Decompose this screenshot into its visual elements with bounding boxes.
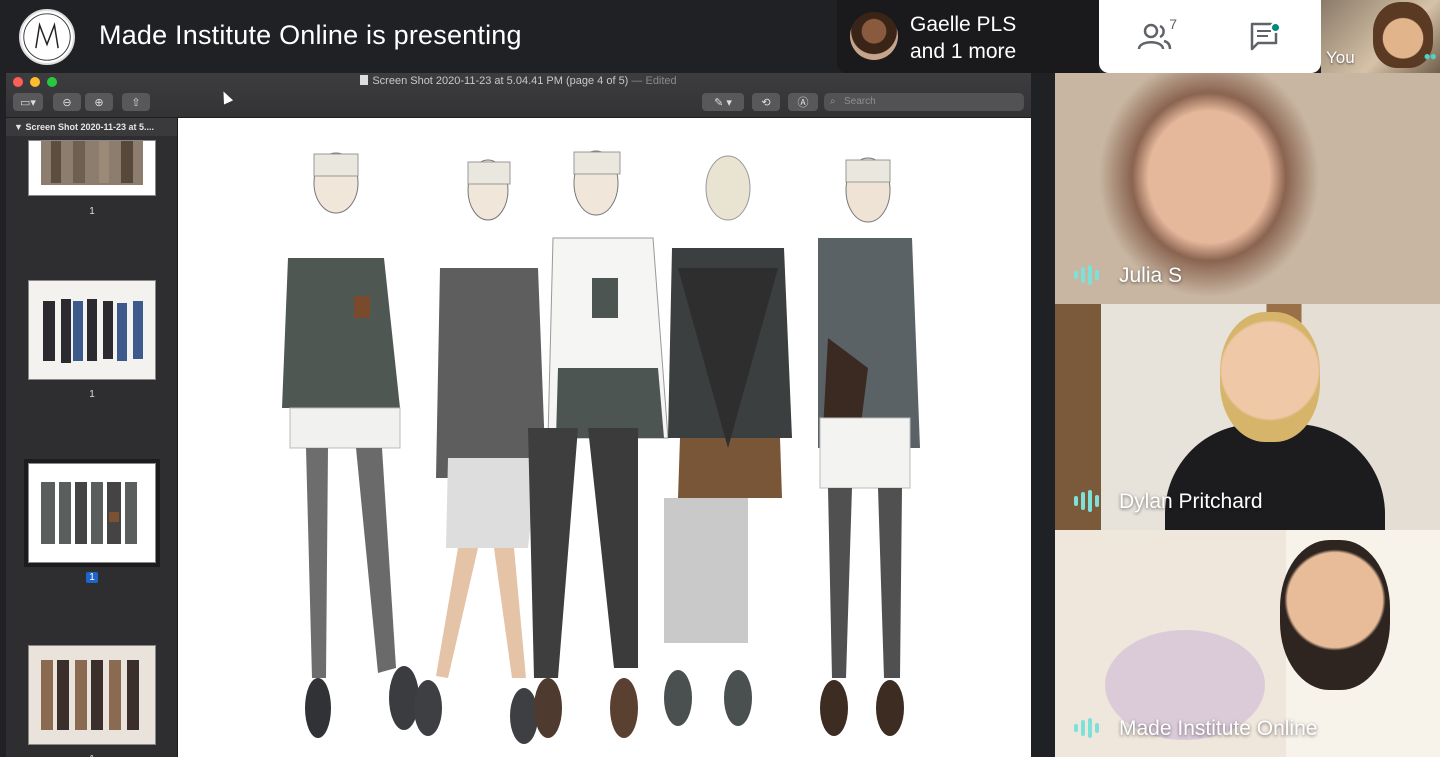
presenting-banner: Made Institute Online is presenting <box>99 20 522 50</box>
participant-tile[interactable]: Made Institute Online <box>1055 530 1440 757</box>
zoom-in-button[interactable]: ⊕ <box>85 93 113 111</box>
people-button[interactable]: 7 <box>1131 14 1179 58</box>
mouse-cursor-icon <box>218 89 234 105</box>
window-title-text: Screen Shot 2020-11-23 at 5.04.41 PM (pa… <box>372 75 629 87</box>
share-icon: ⇧ <box>131 96 141 109</box>
zoom-in-icon: ⊕ <box>94 96 104 109</box>
zoom-out-button[interactable]: ⊖ <box>53 93 81 111</box>
markup-button[interactable]: Ⓐ <box>788 93 818 111</box>
presenter-name-primary: Gaelle PLS <box>910 13 1017 36</box>
search-placeholder: Search <box>844 96 876 107</box>
more-options-icon[interactable]: ●● <box>1424 49 1437 63</box>
search-field[interactable]: ⌕ Search <box>824 93 1024 111</box>
markup-icon: Ⓐ <box>797 97 809 109</box>
sidebar-header-title: Screen Shot 2020-11-23 at 5.... <box>25 122 155 132</box>
presenter-info[interactable]: Gaelle PLS and 1 more <box>837 0 1099 73</box>
meeting-controls: 7 <box>1099 0 1321 73</box>
selected-page-number: 1 <box>86 572 98 583</box>
participant-face <box>1220 312 1320 442</box>
presenter-name: Gaelle PLS and 1 more <box>910 11 1016 65</box>
document-page-view[interactable] <box>178 118 1031 757</box>
made-institute-logo <box>19 9 75 65</box>
document-icon <box>360 75 369 85</box>
participant-tile[interactable]: Julia S <box>1055 73 1440 304</box>
chat-notification-dot <box>1270 22 1281 33</box>
edited-indicator: — Edited <box>631 75 677 87</box>
rotate-button[interactable]: ⟲ <box>752 93 780 111</box>
sidebar-icon: ▭▾ <box>20 96 36 109</box>
presenter-name-secondary: and 1 more <box>910 40 1017 63</box>
self-label: You <box>1326 48 1355 67</box>
participant-face <box>1280 540 1390 690</box>
thumbnail-label-selected: 1 <box>6 572 177 583</box>
search-icon: ⌕ <box>830 96 836 107</box>
participant-name: Julia S <box>1119 264 1183 287</box>
participant-video <box>1055 73 1440 304</box>
participant-tile[interactable]: Dylan Pritchard <box>1055 304 1440 530</box>
disclosure-triangle-icon: ▼ <box>14 122 23 132</box>
window-title: Screen Shot 2020-11-23 at 5.04.41 PM (pa… <box>6 75 1031 87</box>
markup-pen-button[interactable]: ✎ ▾ <box>702 93 744 111</box>
audio-level-icon <box>1074 490 1100 512</box>
meeting-top-bar: Made Institute Online is presenting Gael… <box>0 0 1440 73</box>
thumbnail-label: 1 <box>89 206 95 217</box>
shared-screen-preview-window: Screen Shot 2020-11-23 at 5.04.41 PM (pa… <box>6 73 1031 757</box>
people-count: 7 <box>1169 16 1177 32</box>
people-icon <box>1137 23 1172 50</box>
sidebar-toggle-button[interactable]: ▭▾ <box>13 93 43 111</box>
share-button[interactable]: ⇧ <box>122 93 150 111</box>
self-video-tile[interactable]: You ●● <box>1321 0 1440 73</box>
participant-name: Dylan Pritchard <box>1119 490 1263 513</box>
presenter-avatar <box>850 12 898 60</box>
rotate-icon: ⟲ <box>761 96 771 109</box>
thumbnail-sidebar: ▼ Screen Shot 2020-11-23 at 5.... 1 1 1 … <box>6 118 178 757</box>
audio-level-icon <box>1074 264 1100 286</box>
audio-level-icon <box>1074 717 1100 739</box>
thumbnail-label: 1 <box>89 389 95 400</box>
page-thumbnail[interactable] <box>28 280 156 380</box>
zoom-out-icon: ⊖ <box>62 96 72 109</box>
pen-icon: ✎ ▾ <box>714 96 732 109</box>
fashion-illustration-image <box>178 118 1031 757</box>
page-thumbnail-selected[interactable] <box>24 459 160 567</box>
page-thumbnail[interactable] <box>28 645 156 745</box>
page-thumbnail[interactable] <box>28 140 156 196</box>
chat-button[interactable] <box>1241 14 1289 58</box>
sidebar-header[interactable]: ▼ Screen Shot 2020-11-23 at 5.... <box>6 118 177 136</box>
participant-name: Made Institute Online <box>1119 717 1318 740</box>
window-titlebar: Screen Shot 2020-11-23 at 5.04.41 PM (pa… <box>6 73 1031 118</box>
